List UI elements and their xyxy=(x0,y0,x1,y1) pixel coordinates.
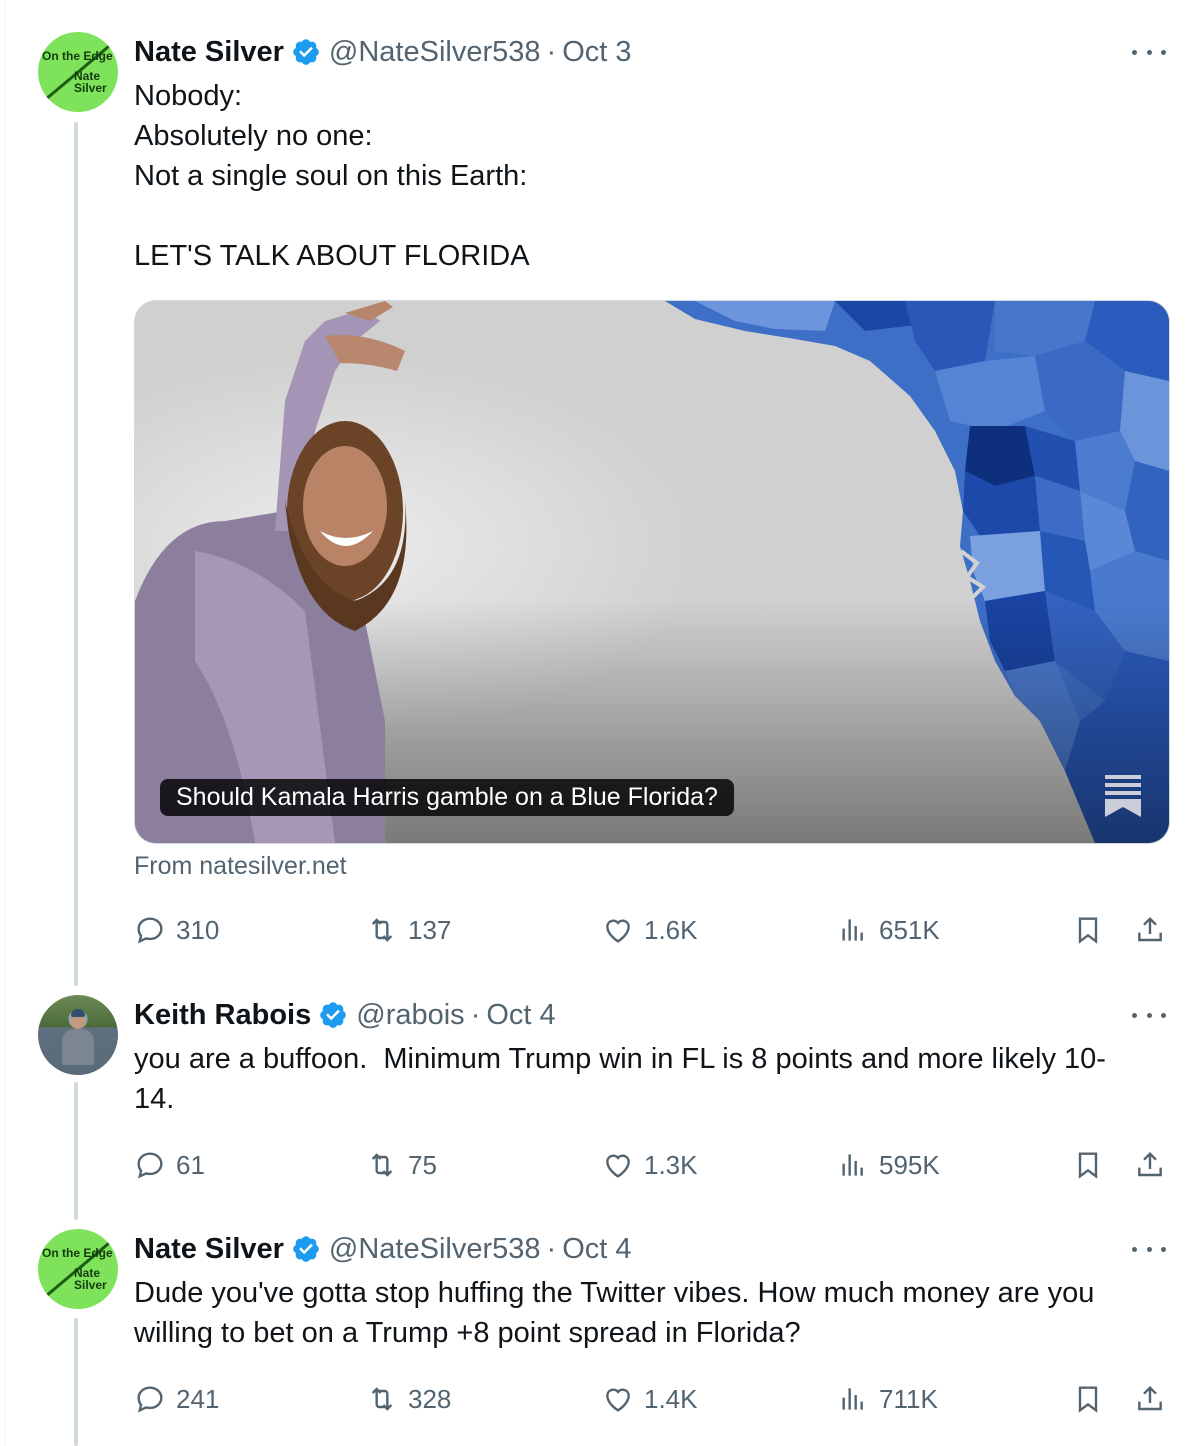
separator: · xyxy=(470,998,481,1031)
reply-icon xyxy=(137,1152,163,1179)
repost-icon xyxy=(371,1153,393,1177)
reply-count: 61 xyxy=(176,1149,205,1180)
reply-icon xyxy=(137,1386,163,1413)
card-source[interactable]: From natesilver.net xyxy=(134,852,347,881)
author-name[interactable]: Keith Rabois xyxy=(134,999,311,1032)
share-icon xyxy=(1138,1385,1162,1411)
like-button[interactable]: 1.6K xyxy=(602,910,698,950)
share-button[interactable] xyxy=(1134,910,1166,950)
reply-icon xyxy=(137,917,163,944)
verified-badge-icon xyxy=(293,1236,319,1262)
avatar[interactable]: On the Edge Nate Silver xyxy=(38,1229,118,1309)
reply-button[interactable]: 61 xyxy=(134,1145,205,1185)
tweet-text: you are a buffoon. Minimum Trump win in … xyxy=(134,1043,1106,1115)
bookmark-button[interactable] xyxy=(1072,1145,1104,1185)
avatar-logo-text: Nate Silver xyxy=(74,1266,107,1292)
tweet-actions: 310 137 1.6K 651K xyxy=(134,910,1174,950)
like-button[interactable]: 1.4K xyxy=(602,1379,698,1419)
repost-icon xyxy=(371,918,393,942)
views-count: 595K xyxy=(879,1149,940,1180)
avatar-figure xyxy=(62,1029,94,1065)
tweet-header: Nate Silver @NateSilver538 · Oct 4 xyxy=(134,1229,632,1269)
author-name[interactable]: Nate Silver xyxy=(134,36,284,69)
tweet-actions: 241 328 1.4K 711K xyxy=(134,1379,1174,1419)
views-count: 711K xyxy=(879,1383,938,1414)
bookmark-icon xyxy=(1078,1386,1098,1413)
bookmark-button[interactable] xyxy=(1072,1379,1104,1419)
reply-button[interactable]: 241 xyxy=(134,1379,219,1419)
reply-count: 241 xyxy=(176,1383,220,1414)
more-icon[interactable] xyxy=(1132,1239,1166,1259)
tweet[interactable]: Keith Rabois @rabois · Oct 4 you are a b… xyxy=(0,975,1200,1211)
tweet-date[interactable]: Oct 4 xyxy=(562,1233,631,1266)
like-count: 1.4K xyxy=(644,1383,698,1414)
author-handle[interactable]: @NateSilver538 xyxy=(329,36,541,69)
tweet[interactable]: On the Edge Nate Silver Nate Silver @Nat… xyxy=(0,1211,1200,1446)
like-icon xyxy=(606,1154,630,1178)
views-icon xyxy=(842,919,863,941)
tweet[interactable]: On the Edge Nate Silver Nate Silver @Nat… xyxy=(0,0,1200,975)
share-button[interactable] xyxy=(1134,1379,1166,1419)
reply-count: 310 xyxy=(176,914,220,945)
views-icon xyxy=(842,1388,863,1410)
author-handle[interactable]: @rabois xyxy=(356,999,464,1032)
views-button[interactable]: 711K xyxy=(837,1379,938,1419)
separator: · xyxy=(546,35,557,68)
avatar-logo-text: Nate Silver xyxy=(74,69,107,95)
share-icon xyxy=(1138,1151,1162,1177)
bookmark-icon xyxy=(1078,917,1098,944)
repost-count: 75 xyxy=(408,1149,437,1180)
tweet-date[interactable]: Oct 4 xyxy=(486,999,555,1032)
tweet-header: Nate Silver @NateSilver538 · Oct 3 xyxy=(134,32,632,72)
separator: · xyxy=(546,1232,557,1265)
like-count: 1.3K xyxy=(644,1149,698,1180)
avatar-logo-text: On the Edge xyxy=(42,1246,113,1260)
tweet-header: Keith Rabois @rabois · Oct 4 xyxy=(134,995,556,1035)
tweet-text: Dude you've gotta stop huffing the Twitt… xyxy=(134,1277,1095,1349)
like-button[interactable]: 1.3K xyxy=(602,1145,698,1185)
views-button[interactable]: 595K xyxy=(837,1145,940,1185)
article-icon xyxy=(1105,775,1141,817)
views-icon xyxy=(842,1154,863,1176)
repost-icon xyxy=(371,1387,393,1411)
repost-button[interactable]: 137 xyxy=(366,910,451,950)
like-count: 1.6K xyxy=(644,914,698,945)
verified-badge-icon xyxy=(320,1002,347,1028)
bookmark-button[interactable] xyxy=(1072,910,1104,950)
tweet-text: Nobody: Absolutely no one: Not a single … xyxy=(134,80,530,272)
tweet-date[interactable]: Oct 3 xyxy=(562,36,631,69)
share-button[interactable] xyxy=(1134,1145,1166,1185)
author-handle[interactable]: @NateSilver538 xyxy=(329,1233,541,1266)
link-card[interactable]: Should Kamala Harris gamble on a Blue Fl… xyxy=(134,300,1170,844)
bookmark-icon xyxy=(1078,1152,1098,1179)
author-name[interactable]: Nate Silver xyxy=(134,1233,284,1266)
avatar[interactable]: On the Edge Nate Silver xyxy=(38,32,118,112)
share-icon xyxy=(1138,916,1162,942)
like-icon xyxy=(606,919,630,943)
tweet-actions: 61 75 1.3K 595K xyxy=(134,1145,1174,1185)
more-icon[interactable] xyxy=(1132,42,1166,62)
reply-button[interactable]: 310 xyxy=(134,910,219,950)
repost-count: 137 xyxy=(408,914,452,945)
repost-button[interactable]: 75 xyxy=(366,1145,437,1185)
verified-badge-icon xyxy=(293,39,319,65)
avatar[interactable] xyxy=(38,995,118,1075)
more-icon[interactable] xyxy=(1132,1005,1166,1025)
card-image xyxy=(135,301,1169,843)
avatar-logo-text: On the Edge xyxy=(42,49,113,63)
avatar-figure xyxy=(71,1009,85,1017)
avatar-figure xyxy=(71,1015,85,1029)
like-icon xyxy=(606,1388,630,1412)
views-count: 651K xyxy=(879,914,940,945)
card-title[interactable]: Should Kamala Harris gamble on a Blue Fl… xyxy=(160,779,734,816)
repost-button[interactable]: 328 xyxy=(366,1379,451,1419)
views-button[interactable]: 651K xyxy=(837,910,940,950)
repost-count: 328 xyxy=(408,1383,452,1414)
